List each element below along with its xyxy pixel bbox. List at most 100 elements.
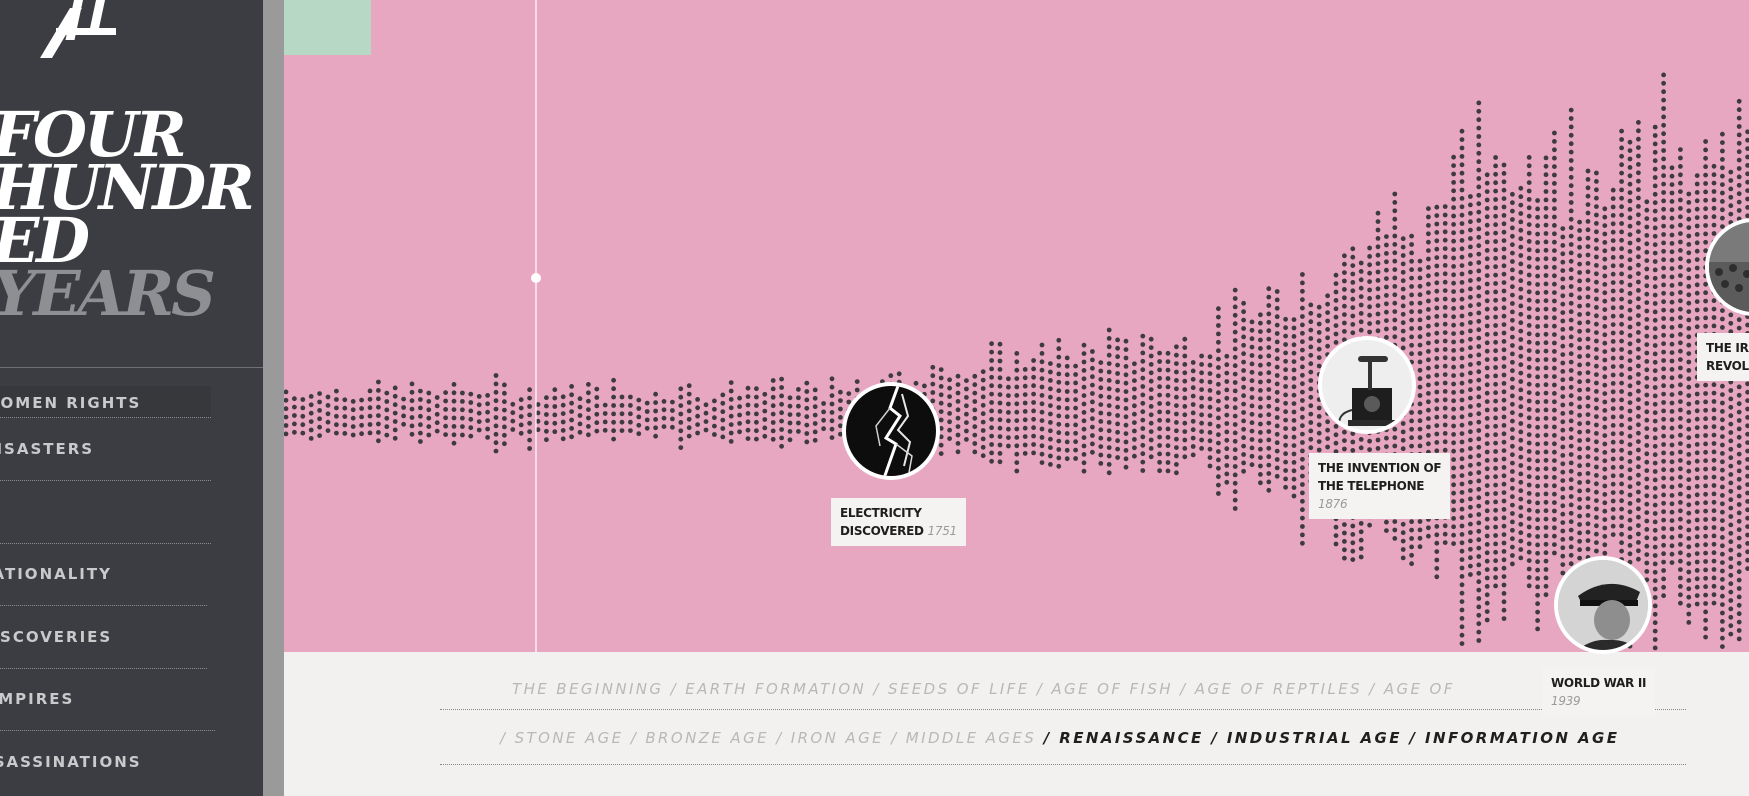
waveform-dot bbox=[1610, 523, 1616, 529]
lightning-icon[interactable] bbox=[842, 382, 940, 480]
waveform-dot bbox=[1014, 409, 1020, 415]
era-item-the-beginning[interactable]: THE BEGINNING bbox=[512, 680, 663, 698]
event-label-world-war-ii[interactable]: WORLD WAR II 1939 bbox=[1542, 668, 1656, 716]
event-label-electricity[interactable]: ELECTRICITY DISCOVERED 1751 bbox=[831, 498, 966, 546]
waveform-dot bbox=[1476, 310, 1482, 316]
waveform-dot bbox=[1694, 576, 1700, 582]
waveform-dot bbox=[1585, 378, 1591, 384]
era-item-age-of-fish[interactable]: AGE OF FISH bbox=[1051, 680, 1173, 698]
waveform-dot bbox=[1627, 534, 1633, 540]
waveform-dot bbox=[1568, 536, 1574, 541]
waveform-dot bbox=[1426, 206, 1431, 212]
nav-item-disasters[interactable]: DISASTERS bbox=[0, 418, 211, 481]
waveform-dot bbox=[1736, 124, 1742, 129]
waveform-dot bbox=[317, 433, 322, 438]
waveform-dot bbox=[1056, 405, 1062, 410]
telephone-icon[interactable] bbox=[1318, 336, 1416, 434]
waveform-dot bbox=[1216, 440, 1221, 446]
nav-item-empires[interactable]: EMPIRES bbox=[0, 668, 215, 731]
waveform-dot bbox=[1501, 490, 1507, 495]
waveform-dot bbox=[1493, 423, 1498, 429]
waveform-dot bbox=[1350, 557, 1356, 562]
waveform-dot bbox=[1720, 467, 1725, 473]
waveform-dot bbox=[1484, 508, 1490, 514]
waveform-dot bbox=[1669, 501, 1675, 507]
nav-item-nationality[interactable]: NATIONALITY bbox=[0, 543, 207, 606]
waveform-dot bbox=[1568, 544, 1574, 550]
era-item-age-of[interactable]: AGE OF bbox=[1384, 680, 1455, 698]
waveform-dot bbox=[1652, 141, 1658, 147]
waveform-dot bbox=[1249, 344, 1255, 350]
waveform-dot bbox=[1501, 171, 1507, 176]
waveform-dot bbox=[1543, 197, 1549, 203]
era-item-iron-age[interactable]: IRON AGE bbox=[791, 729, 884, 747]
waveform-dot bbox=[1745, 389, 1749, 395]
era-item-earth-formation[interactable]: EARTH FORMATION bbox=[685, 680, 866, 698]
waveform-dot bbox=[1728, 388, 1734, 393]
waveform-dot bbox=[1501, 616, 1507, 621]
waveform-dot bbox=[1266, 378, 1272, 384]
timeline-chart[interactable]: ELECTRICITY DISCOVERED 1751 THE INVENTIO… bbox=[284, 0, 1749, 652]
waveform-dot bbox=[1266, 462, 1272, 468]
waveform-dot bbox=[1350, 532, 1356, 537]
waveform-dot bbox=[854, 379, 860, 384]
waveform-dot bbox=[384, 415, 390, 421]
waveform-dot bbox=[1140, 417, 1146, 423]
waveform-dot bbox=[1291, 409, 1297, 415]
waveform-dot bbox=[1426, 290, 1431, 295]
waveform-dot bbox=[1484, 206, 1490, 211]
event-label-iranian-revolution[interactable]: THE IRANIAN REVOLUTION bbox=[1697, 333, 1749, 381]
waveform-dot bbox=[1644, 249, 1650, 255]
waveform-dot bbox=[1392, 191, 1398, 197]
waveform-dot bbox=[1619, 195, 1624, 201]
era-item-renaissance[interactable]: RENAISSANCE bbox=[1059, 729, 1203, 747]
waveform-dot bbox=[1661, 299, 1666, 305]
waveform-dot bbox=[1048, 369, 1053, 375]
logo-icon[interactable] bbox=[38, 0, 118, 60]
waveform-dot bbox=[1232, 363, 1238, 369]
waveform-dot bbox=[1459, 313, 1465, 319]
waveform-dot bbox=[1736, 182, 1742, 188]
waveform-dot bbox=[1384, 234, 1389, 240]
waveform-dot bbox=[1678, 466, 1683, 472]
waveform-dot bbox=[1644, 518, 1650, 524]
event-label-telephone[interactable]: THE INVENTION OF THE TELEPHONE 1876 bbox=[1309, 453, 1451, 519]
era-item-information-age[interactable]: INFORMATION AGE bbox=[1425, 729, 1619, 747]
waveform-dot bbox=[1174, 420, 1179, 425]
waveform-dot bbox=[1081, 384, 1087, 390]
waveform-dot bbox=[1678, 214, 1683, 220]
waveform-dot bbox=[1064, 439, 1070, 445]
nav-item-assassinations[interactable]: ASSASSINATIONS bbox=[0, 731, 197, 793]
era-item-industrial-age[interactable]: INDUSTRIAL AGE bbox=[1227, 729, 1402, 747]
waveform-dot bbox=[1745, 406, 1749, 412]
nav-item-women-rights[interactable]: WOMEN RIGHTS bbox=[0, 386, 211, 418]
waveform-dot bbox=[779, 376, 784, 382]
waveform-dot bbox=[1627, 450, 1633, 456]
waveform-dot bbox=[1174, 369, 1179, 375]
nav-item-discoveries[interactable]: DISCOVERIES bbox=[0, 606, 207, 669]
waveform-dot bbox=[1568, 460, 1574, 466]
waveform-dot bbox=[1694, 542, 1700, 548]
waveform-dot bbox=[1745, 549, 1749, 555]
era-item-age-of-reptiles[interactable]: AGE OF REPTILES bbox=[1195, 680, 1362, 698]
nav-item-blank[interactable] bbox=[0, 481, 211, 544]
waveform-dot bbox=[1652, 544, 1658, 550]
era-item-seeds-of-life[interactable]: SEEDS OF LIFE bbox=[888, 680, 1030, 698]
waveform-dot bbox=[1636, 279, 1641, 285]
era-item-bronze-age[interactable]: BRONZE AGE bbox=[645, 729, 769, 747]
era-item-middle-ages[interactable]: MIDDLE AGES bbox=[906, 729, 1036, 747]
waveform-dot bbox=[1367, 279, 1372, 284]
era-item-stone-age[interactable]: STONE AGE bbox=[515, 729, 624, 747]
waveform-dot bbox=[1577, 538, 1582, 544]
waveform-dot bbox=[602, 411, 608, 416]
timeline-cursor-handle[interactable] bbox=[531, 273, 541, 283]
waveform-dot bbox=[989, 391, 994, 397]
waveform-dot bbox=[1090, 357, 1095, 363]
soldier-portrait-icon[interactable] bbox=[1554, 556, 1652, 654]
waveform-dot bbox=[1476, 587, 1482, 593]
waveform-dot bbox=[1442, 321, 1448, 327]
waveform-dot bbox=[930, 364, 936, 370]
waveform-dot bbox=[1568, 233, 1574, 239]
waveform-dot bbox=[787, 412, 793, 417]
waveform-dot bbox=[1627, 249, 1633, 254]
